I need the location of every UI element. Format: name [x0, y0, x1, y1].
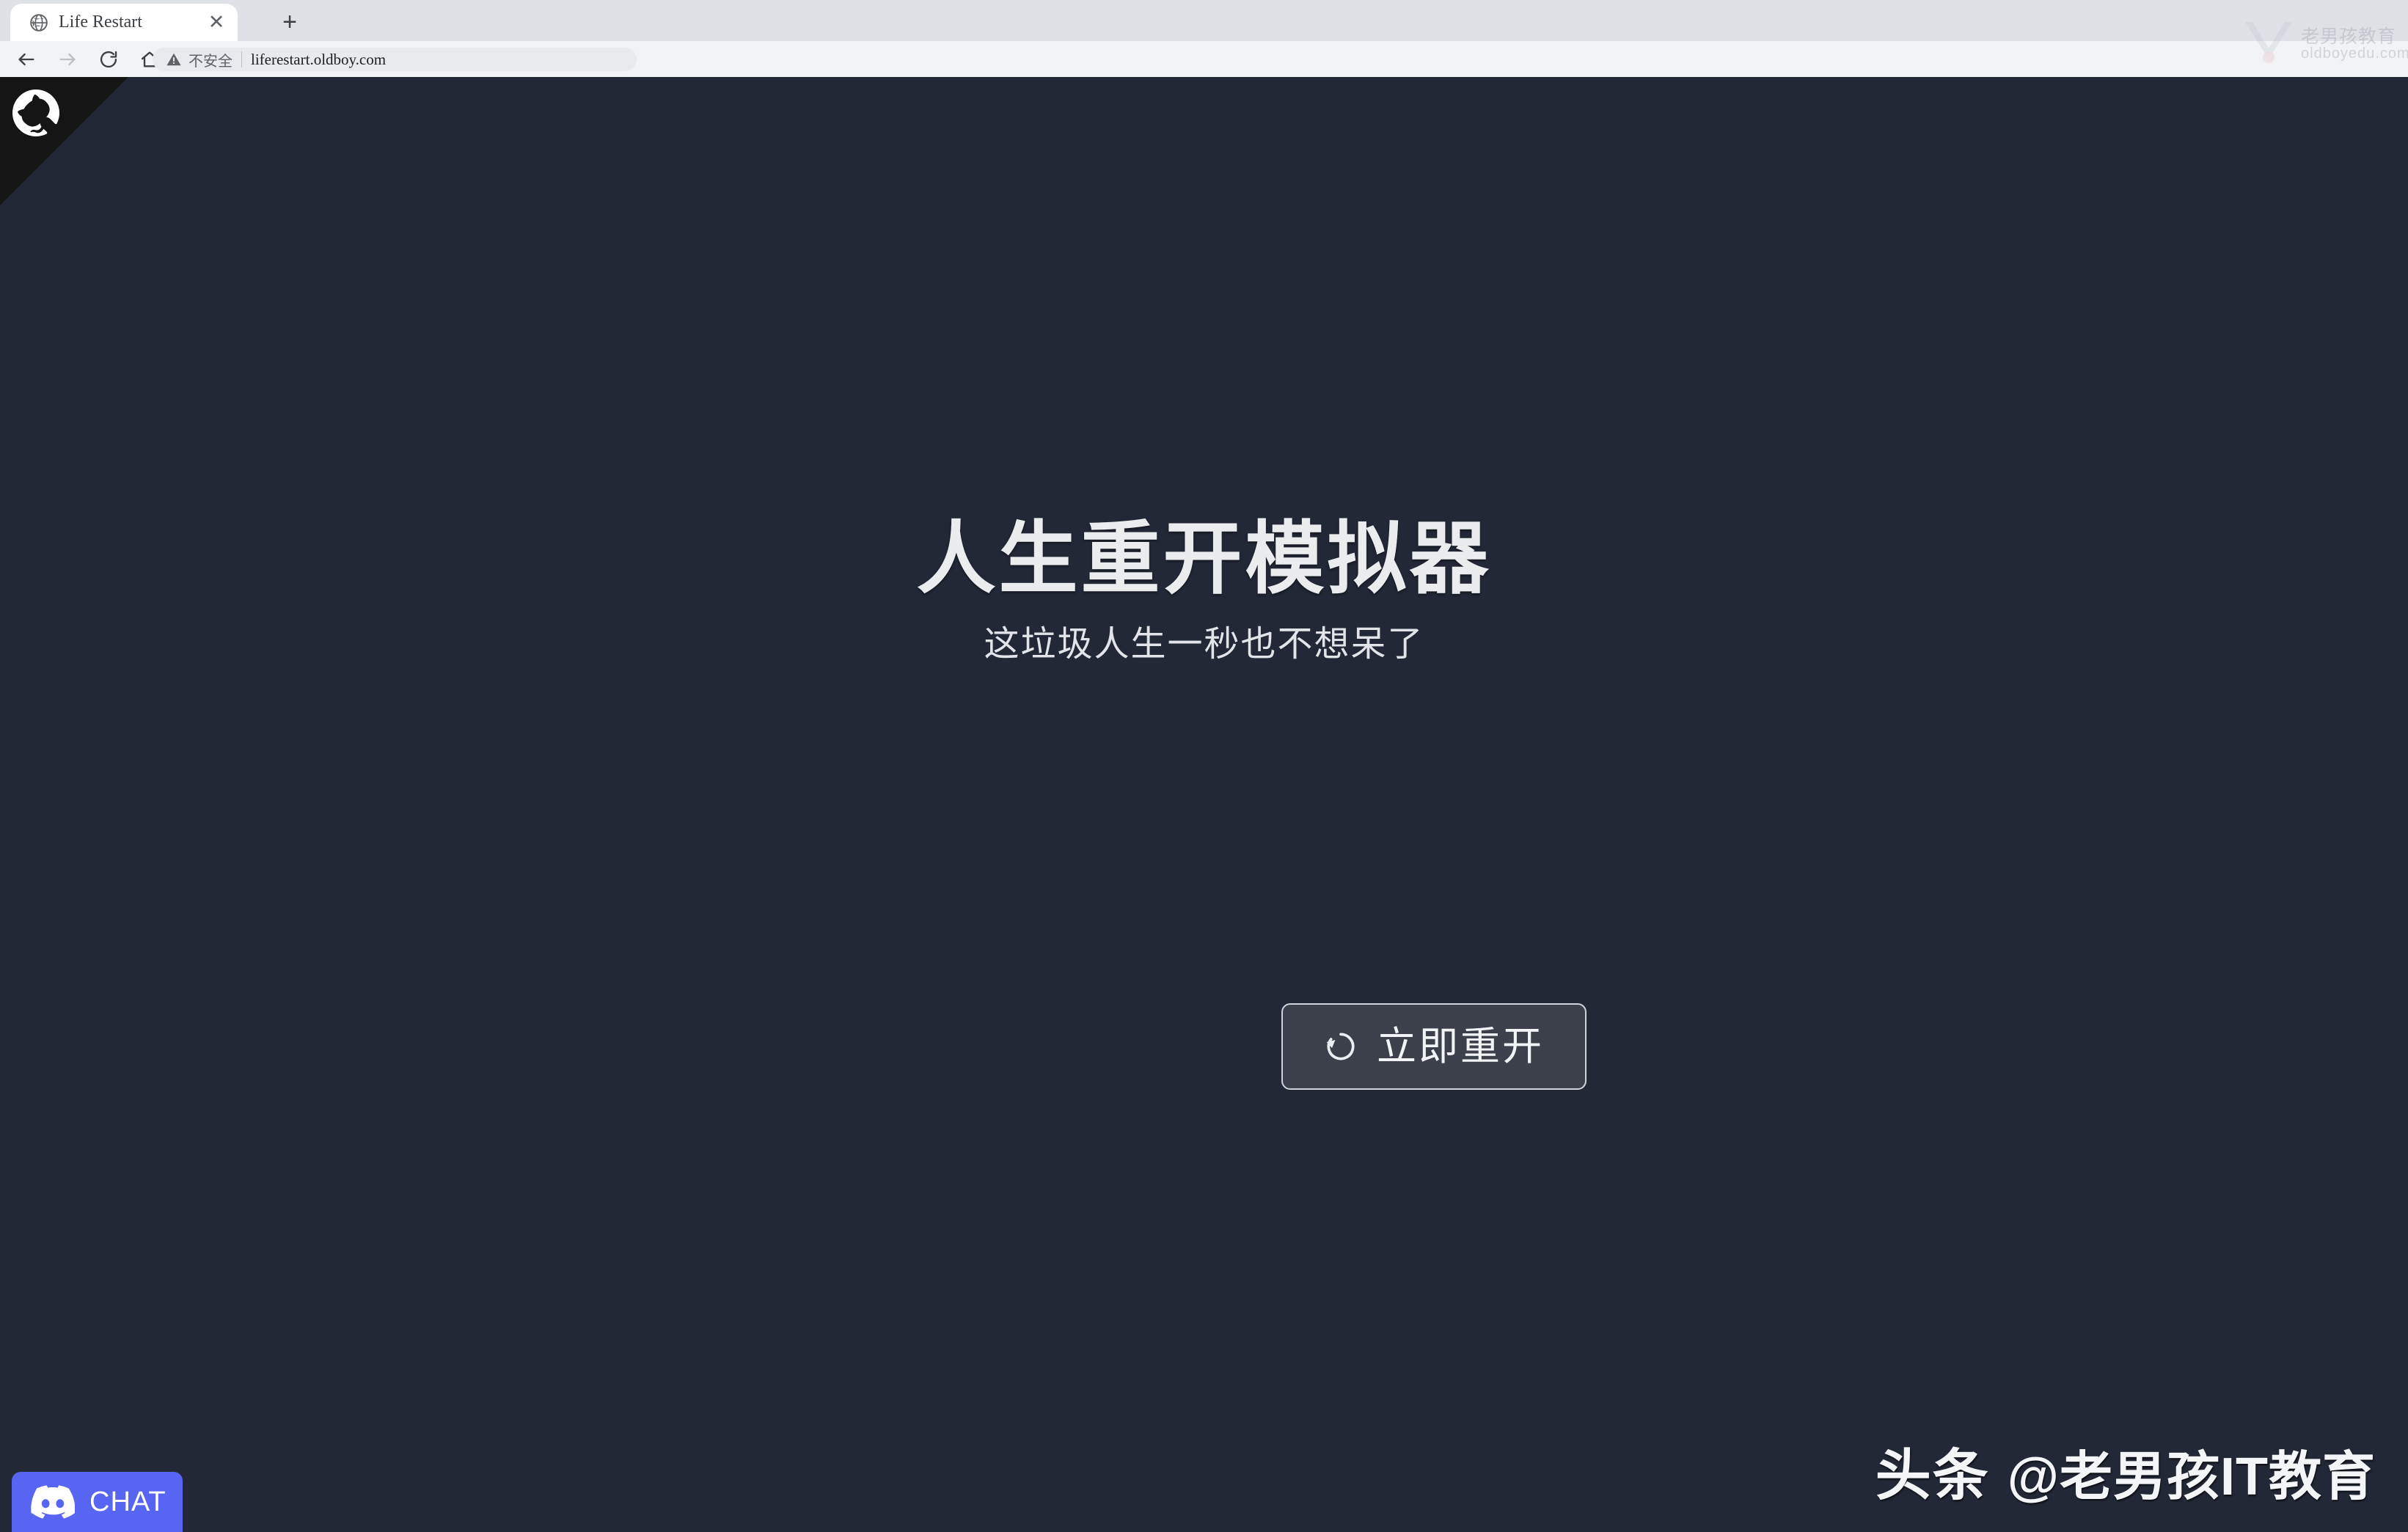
- page-content: 人生重开模拟器 这垃圾人生一秒也不想呆了 立即重开 CHAT 头条 @老男孩IT…: [0, 77, 2408, 1532]
- browser-tab[interactable]: Life Restart ✕: [10, 4, 238, 41]
- security-status-label: 不安全: [189, 51, 233, 70]
- tab-strip: Life Restart ✕ +: [0, 0, 2408, 41]
- discord-icon: [31, 1485, 75, 1519]
- omnibox-divider: [241, 51, 242, 67]
- warning-triangle-icon: [166, 53, 181, 66]
- restart-circle-arrow-icon: [1326, 1033, 1355, 1060]
- address-bar[interactable]: 不安全 liferestart.oldboy.com: [153, 48, 637, 71]
- url-text: liferestart.oldboy.com: [251, 50, 387, 68]
- watermark-brand: 头条: [1875, 1445, 1990, 1507]
- globe-icon: [30, 13, 48, 32]
- github-corner-ribbon[interactable]: [0, 77, 128, 205]
- close-icon[interactable]: ✕: [204, 10, 229, 35]
- forward-button[interactable]: [53, 45, 82, 74]
- discord-chat-label: CHAT: [89, 1487, 166, 1517]
- discord-chat-widget[interactable]: CHAT: [12, 1472, 183, 1532]
- reload-icon: [100, 51, 117, 67]
- page-title: 人生重开模拟器: [916, 514, 1492, 603]
- watermark-handle: @老男孩IT教育: [2007, 1448, 2376, 1506]
- arrow-back-icon: [18, 53, 34, 65]
- reload-button[interactable]: [94, 45, 123, 74]
- page-subtitle: 这垃圾人生一秒也不想呆了: [984, 625, 1424, 664]
- back-button[interactable]: [12, 45, 41, 74]
- toutiao-watermark: 头条 @老男孩IT教育: [1875, 1448, 2376, 1504]
- restart-button-label: 立即重开: [1377, 1025, 1544, 1069]
- browser-chrome: Life Restart ✕ + 不安全 liferestart.oldboy.…: [0, 0, 2408, 77]
- browser-toolbar: 不安全 liferestart.oldboy.com: [0, 41, 2408, 77]
- restart-button[interactable]: 立即重开: [1281, 1003, 1587, 1090]
- tab-title: Life Restart: [59, 12, 142, 32]
- new-tab-button[interactable]: +: [274, 7, 305, 37]
- arrow-forward-icon: [59, 53, 76, 65]
